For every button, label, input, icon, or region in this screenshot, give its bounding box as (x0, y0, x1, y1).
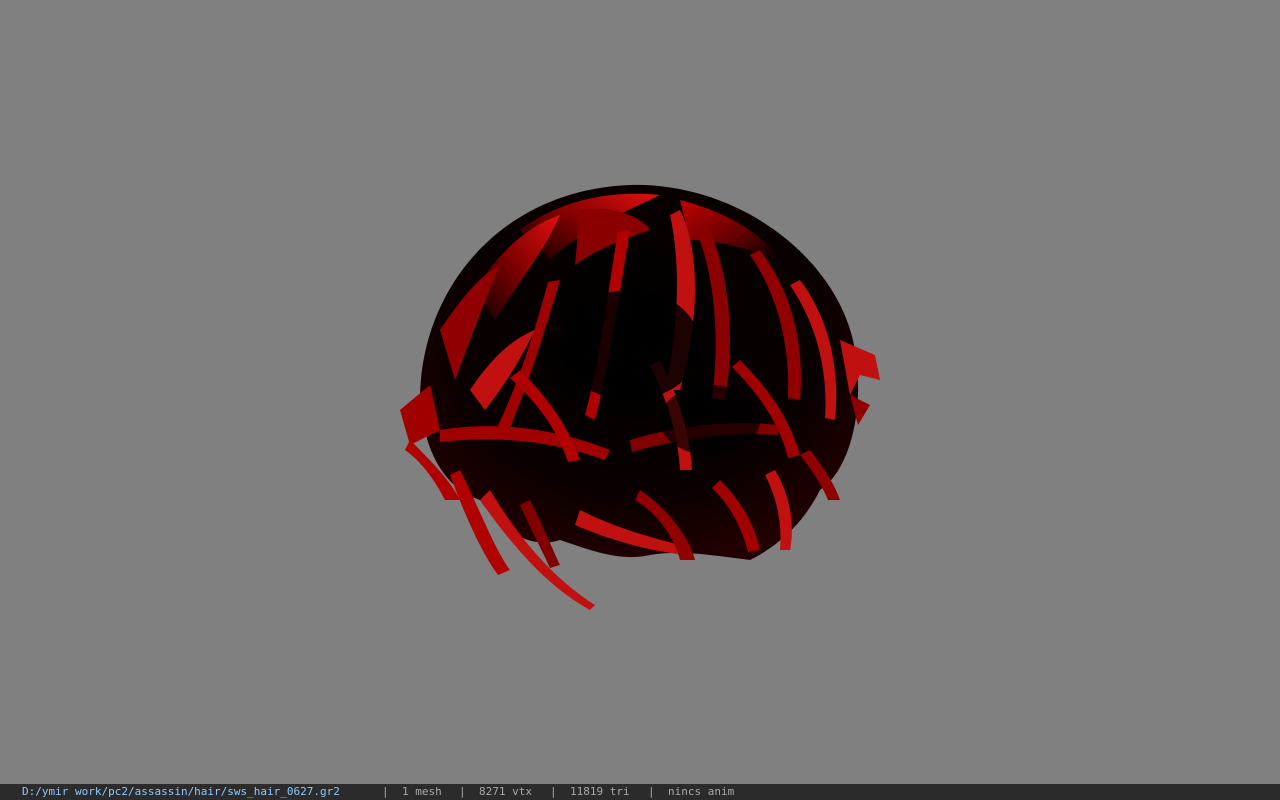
status-bar: D:/ymir work/pc2/assassin/hair/sws_hair_… (0, 784, 1280, 800)
separator: | (459, 785, 466, 798)
3d-viewport[interactable] (0, 0, 1280, 784)
separator: | (550, 785, 557, 798)
mesh-count: 1 mesh (402, 785, 442, 798)
hair-model-render[interactable] (380, 170, 900, 620)
animation-status: nincs anim (668, 785, 735, 798)
triangle-count: 11819 tri (570, 785, 630, 798)
file-path: D:/ymir work/pc2/assassin/hair/sws_hair_… (22, 785, 340, 798)
separator: | (648, 785, 655, 798)
vertex-count: 8271 vtx (479, 785, 532, 798)
separator: | (382, 785, 389, 798)
